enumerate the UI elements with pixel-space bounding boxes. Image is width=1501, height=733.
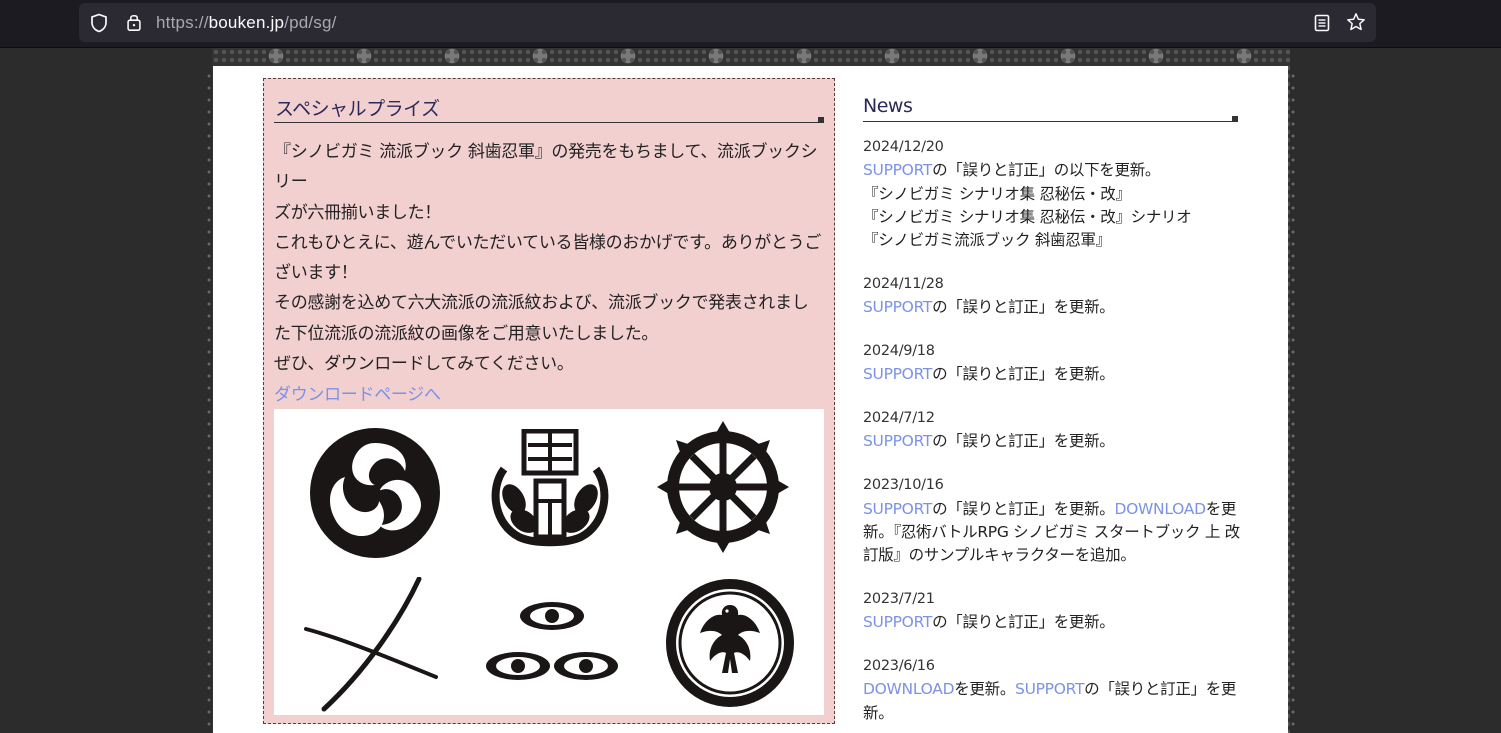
- news-item: 2023/10/16 SUPPORTの「誤りと訂正」を更新。DOWNLOADを更…: [863, 474, 1243, 567]
- news-text: を更新。: [954, 680, 1016, 699]
- bookmark-star-icon[interactable]: [1346, 12, 1366, 32]
- news-text: の「誤りと訂正」を更新。: [932, 613, 1115, 632]
- news-item: 2024/9/18 SUPPORTの「誤りと訂正」を更新。: [863, 340, 1243, 387]
- news-title-rule-marker: [1232, 116, 1238, 122]
- news-title: News: [863, 95, 913, 117]
- support-link[interactable]: SUPPORT: [863, 298, 932, 316]
- prize-title: スペシャルプライズ: [275, 98, 440, 120]
- frame-left-border: [205, 70, 213, 733]
- reader-view-icon[interactable]: [1312, 13, 1332, 33]
- news-list: 2024/12/20 SUPPORTの「誤りと訂正」の以下を更新。 『シノビガミ…: [863, 136, 1243, 733]
- news-text: の「誤りと訂正」を更新。: [932, 298, 1115, 317]
- support-link[interactable]: SUPPORT: [863, 613, 932, 631]
- news-item: 2024/11/28 SUPPORTの「誤りと訂正」を更新。: [863, 273, 1243, 320]
- url-text[interactable]: https://bouken.jp/pd/sg/: [156, 13, 337, 33]
- news-item: 2024/12/20 SUPPORTの「誤りと訂正」の以下を更新。 『シノビガミ…: [863, 136, 1243, 252]
- news-text: の「誤りと訂正」を更新。: [932, 432, 1115, 451]
- prize-description: 『シノビガミ 流派ブック 斜歯忍軍』の発売をもちまして、流派ブックシリー ズが六…: [274, 137, 826, 379]
- news-date: 2024/11/28: [863, 275, 944, 292]
- news-date: 2023/10/16: [863, 477, 944, 494]
- news-date: 2023/6/16: [863, 658, 935, 675]
- url-host: bouken.jp: [208, 13, 285, 32]
- phoenix-emblem-icon: [666, 579, 794, 707]
- news-text: 『シノビガミ流派ブック 斜歯忍軍』: [863, 231, 1111, 250]
- emblem-image[interactable]: [274, 409, 824, 715]
- support-link[interactable]: SUPPORT: [863, 432, 932, 450]
- news-text: の「誤りと訂正」を更新。: [932, 365, 1115, 384]
- special-prize-panel: スペシャルプライズ 『シノビガミ 流派ブック 斜歯忍軍』の発売をもちまして、流派…: [263, 78, 835, 724]
- prize-line: ざいます！: [274, 263, 358, 284]
- support-link[interactable]: SUPPORT: [863, 161, 932, 179]
- wheel-emblem-icon: [657, 421, 789, 553]
- slash-cross-emblem-icon: [304, 577, 438, 712]
- news-text: の「誤りと訂正」の以下を更新。: [932, 161, 1161, 180]
- shield-icon[interactable]: [89, 13, 109, 33]
- imperial-crest-emblem-icon: [491, 429, 609, 547]
- prize-line: その感謝を込めて六大流派の流派紋および、流派ブックで発表されまし: [274, 293, 809, 314]
- support-link[interactable]: SUPPORT: [1015, 680, 1084, 698]
- news-date: 2023/7/21: [863, 590, 935, 607]
- prize-line: 『シノビガミ 流派ブック 斜歯忍軍』の発売をもちまして、流派ブックシリー: [274, 142, 818, 193]
- tomoe-emblem-icon: [310, 428, 440, 558]
- news-text: 『シノビガミ シナリオ集 忍秘伝・改』: [863, 184, 1131, 203]
- three-eyes-emblem-icon: [486, 602, 618, 680]
- url-scheme: https://: [156, 13, 209, 32]
- news-text: の「誤りと訂正」を更新。: [932, 499, 1115, 518]
- news-title-rule: [863, 121, 1238, 122]
- news-date: 2024/12/20: [863, 139, 944, 155]
- news-item: 2023/7/21 SUPPORTの「誤りと訂正」を更新。: [863, 588, 1243, 635]
- lock-icon[interactable]: [124, 12, 144, 32]
- download-link[interactable]: DOWNLOAD: [1115, 500, 1207, 518]
- prize-line: ズが六冊揃いました！: [274, 202, 441, 223]
- prize-title-rule: [274, 122, 824, 123]
- browser-toolbar: https://bouken.jp/pd/sg/: [0, 0, 1501, 48]
- download-link[interactable]: DOWNLOAD: [863, 680, 955, 698]
- url-bar[interactable]: https://bouken.jp/pd/sg/: [79, 3, 1376, 42]
- news-item: 2024/7/12 SUPPORTの「誤りと訂正」を更新。: [863, 407, 1243, 454]
- news-text: 『シノビガミ シナリオ集 忍秘伝・改』シナリオ: [863, 207, 1192, 226]
- news-date: 2024/7/12: [863, 410, 935, 427]
- prize-line: ぜひ、ダウンロードしてみてください。: [274, 354, 574, 375]
- prize-line: これもひとえに、遊んでいただいている皆様のおかげです。ありがとうご: [274, 232, 822, 253]
- support-link[interactable]: SUPPORT: [863, 365, 932, 383]
- prize-title-rule-marker: [818, 117, 824, 123]
- prize-line: た下位流派の流派紋の画像をご用意いたしました。: [274, 323, 659, 344]
- support-link[interactable]: SUPPORT: [863, 500, 932, 518]
- news-item: 2023/6/16 DOWNLOADを更新。SUPPORTの「誤りと訂正」を更新…: [863, 655, 1243, 725]
- news-date: 2024/9/18: [863, 343, 935, 360]
- url-path: /pd/sg/: [284, 13, 337, 32]
- frame-right-border: [1289, 70, 1297, 733]
- download-page-link[interactable]: ダウンロードページへ: [274, 380, 441, 405]
